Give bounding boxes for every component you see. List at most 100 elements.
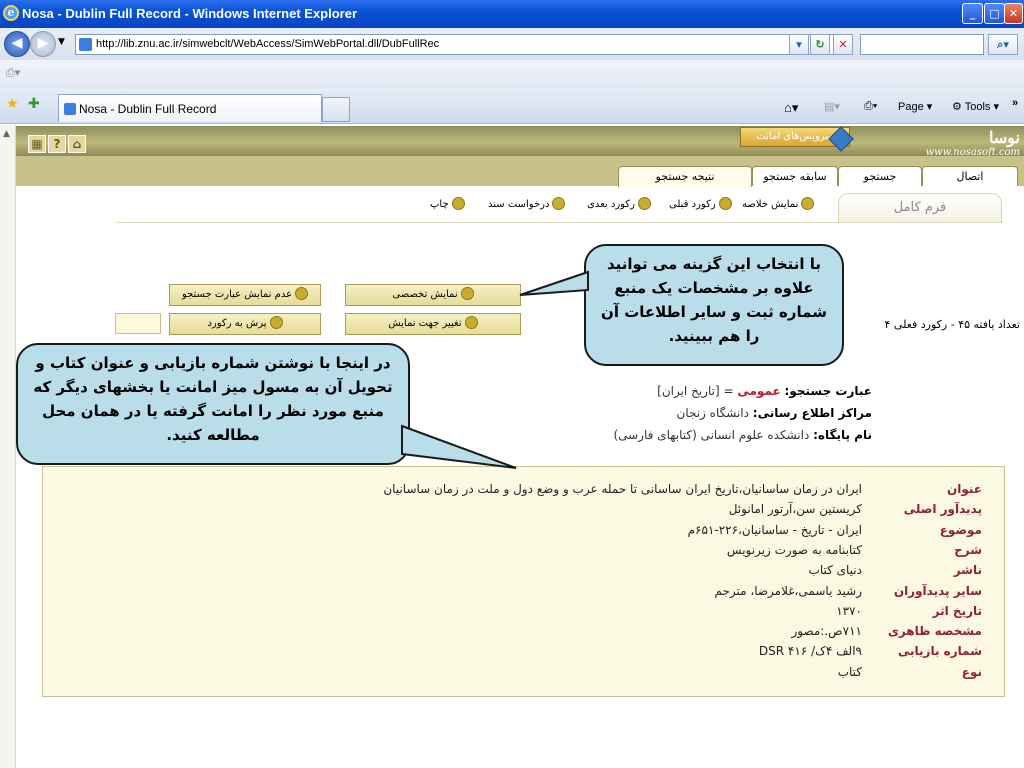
next-arrow-icon [637, 197, 651, 210]
record-row: مشخصه ظاهری ۷۱۱ص.:مصور [382, 624, 982, 646]
forward-button[interactable]: ▶ [30, 31, 56, 57]
record-field-value: کتابنامه به صورت زیرنویس [726, 542, 862, 557]
query-label: عبارت جستجو: [784, 384, 872, 398]
record-row: سایر پدیدآوران رشید یاسمی،غلامرضا، مترجم [382, 584, 982, 606]
scroll-up-icon[interactable]: ▲ [3, 129, 10, 139]
portal-home-icon[interactable]: ⌂ [68, 135, 86, 153]
action-show-summary[interactable]: نمایش خلاصه [742, 197, 815, 210]
form-tab-full[interactable]: فرم کامل [838, 193, 1002, 223]
change-direction-label: تغییر جهت نمایش [388, 318, 462, 329]
refresh-button[interactable]: ↻ [810, 34, 830, 55]
record-field-label: شماره بازیابی [897, 644, 982, 659]
record-field-value: کتاب [837, 664, 862, 679]
database-label: نام پایگاه: [813, 428, 872, 442]
change-direction-icon [464, 316, 478, 329]
address-dropdown-button[interactable]: ▾ [789, 34, 809, 55]
query-field: عمومی [737, 384, 781, 398]
record-field-label: سایر پدیدآوران [893, 583, 982, 598]
hide-query-button[interactable]: عدم نمایش عبارت جستجو [169, 284, 321, 306]
callout-specialized-view: با انتخاب این گزینه می توانید علاوه بر م… [584, 244, 844, 366]
record-field-value: رشید یاسمی،غلامرضا، مترجم [714, 583, 862, 598]
record-row: ناشر دنیای کتاب [382, 563, 982, 585]
tab-search[interactable]: جستجو [838, 166, 922, 186]
jump-record-icon [269, 316, 283, 329]
browser-tab-title: Nosa - Dublin Full Record [79, 102, 217, 116]
back-button[interactable]: ◀ [4, 31, 30, 57]
close-button[interactable]: ✕ [1004, 3, 1023, 24]
tab-search-result[interactable]: نتیجه جستجو [618, 166, 752, 187]
specialized-view-button[interactable]: نمایش تخصصی [345, 284, 521, 306]
home-icon[interactable]: ⌂▾ [784, 100, 798, 116]
action-print[interactable]: چاپ [430, 197, 465, 210]
print-action-icon [451, 197, 465, 210]
tab-page-icon [64, 103, 76, 115]
address-input[interactable]: http://lib.znu.ac.ir/simwebclt/WebAccess… [75, 34, 835, 55]
vertical-scrollbar[interactable]: ▲ [0, 125, 16, 768]
record-field-label: شرح [954, 542, 982, 557]
record-row: پدیدآور اصلی کریستین سن،آرتور امانوئل [382, 502, 982, 524]
record-field-value: ایران - تاریخ - ساسانیان،۲۲۶-۶۵۱م [687, 522, 862, 537]
rss-icon[interactable]: ▤▾ [824, 100, 840, 113]
tab-search-history[interactable]: سابقه جستجو [752, 166, 838, 186]
minimize-button[interactable]: _ [962, 3, 983, 24]
favorites-star-icon[interactable]: ★ [6, 96, 19, 112]
summary-label: نمایش خلاصه [742, 199, 799, 210]
record-field-value: ۹الف ۴ک/ DSR ۴۱۶ [758, 644, 862, 659]
centers-value: دانشگاه زنجان [676, 406, 749, 420]
record-row: شرح کتابنامه به صورت زیرنویس [382, 543, 982, 565]
previous-arrow-icon [718, 197, 732, 210]
history-dropdown-icon[interactable]: ▼ [58, 37, 65, 47]
browser-tab-active[interactable]: Nosa - Dublin Full Record [58, 94, 322, 122]
record-field-label: موضوع [939, 522, 982, 537]
print-label: چاپ [430, 199, 449, 210]
record-number-input[interactable] [115, 313, 161, 334]
summary-icon [801, 197, 815, 210]
window-title: Nosa - Dublin Full Record - Windows Inte… [22, 6, 358, 21]
record-field-value: کریستین سن،آرتور امانوئل [728, 502, 862, 517]
toolbar-overflow-icon[interactable]: » [1012, 97, 1018, 109]
record-field-label: ناشر [953, 563, 982, 578]
record-row: موضوع ایران - تاریخ - ساسانیان،۲۲۶-۶۵۱م [382, 523, 982, 545]
new-tab-button[interactable] [322, 97, 350, 122]
action-request-document[interactable]: درخواست سند [488, 197, 566, 210]
record-row: عنوان ایران در زمان ساسانیان،تاریخ ایران … [382, 482, 982, 504]
tools-menu[interactable]: ⚙ Tools ▾ [952, 100, 999, 113]
callout-pointer-2 [401, 424, 517, 469]
record-row: شماره بازیابی ۹الف ۴ک/ DSR ۴۱۶ [382, 644, 982, 666]
feeds-icon[interactable]: ⎙▾ [6, 66, 20, 80]
change-direction-button[interactable]: تغییر جهت نمایش [345, 313, 521, 335]
search-input[interactable] [860, 34, 984, 55]
previous-label: رکورد قبلی [669, 199, 716, 210]
tab-connect[interactable]: اتصال [922, 166, 1018, 186]
jump-record-button[interactable]: پرش به رکورد [169, 313, 321, 335]
help-icon[interactable]: ? [48, 135, 66, 153]
jump-record-label: پرش به رکورد [207, 318, 267, 329]
record-row: نوع کتاب [382, 665, 982, 687]
record-field-label: مشخصه ظاهری [887, 624, 982, 639]
loan-services-label: سرویس‌های امانت [756, 131, 834, 142]
callout-pointer-1 [519, 270, 589, 296]
request-icon [552, 197, 566, 210]
address-text: http://lib.znu.ac.ir/simwebclt/WebAccess… [96, 38, 440, 50]
specialized-view-icon [460, 287, 474, 300]
database-value: دانشکده علوم انسانی (کتابهای فارسی) [613, 428, 810, 442]
window-title-bar: e Nosa - Dublin Full Record - Windows In… [0, 0, 1024, 28]
portal-toolbar-icons: ▦? ⌂ [28, 133, 88, 153]
search-button[interactable]: ⌕▾ [988, 34, 1018, 55]
record-field-label: عنوان [947, 482, 982, 496]
add-favorites-icon[interactable]: ✚ [28, 96, 40, 112]
stop-button[interactable]: ✕ [833, 34, 853, 55]
action-next-record[interactable]: رکورد بعدی [587, 197, 651, 210]
options-icon[interactable]: ▦ [28, 135, 46, 153]
centers-label: مراکز اطلاع رسانی: [752, 406, 872, 420]
ie-logo-icon: e [3, 5, 19, 21]
logo-name: نوسا [989, 128, 1020, 147]
tools-menu-label: Tools ▾ [964, 101, 999, 113]
maximize-button[interactable]: □ [984, 3, 1005, 24]
hide-query-label: عدم نمایش عبارت جستجو [181, 289, 293, 300]
print-icon[interactable]: ⎙▾ [864, 100, 877, 113]
record-field-label: نوع [961, 664, 982, 679]
page-menu-label: Page ▾ [898, 101, 933, 113]
action-previous-record[interactable]: رکورد قبلی [669, 197, 732, 210]
page-menu[interactable]: Page ▾ [898, 100, 932, 113]
